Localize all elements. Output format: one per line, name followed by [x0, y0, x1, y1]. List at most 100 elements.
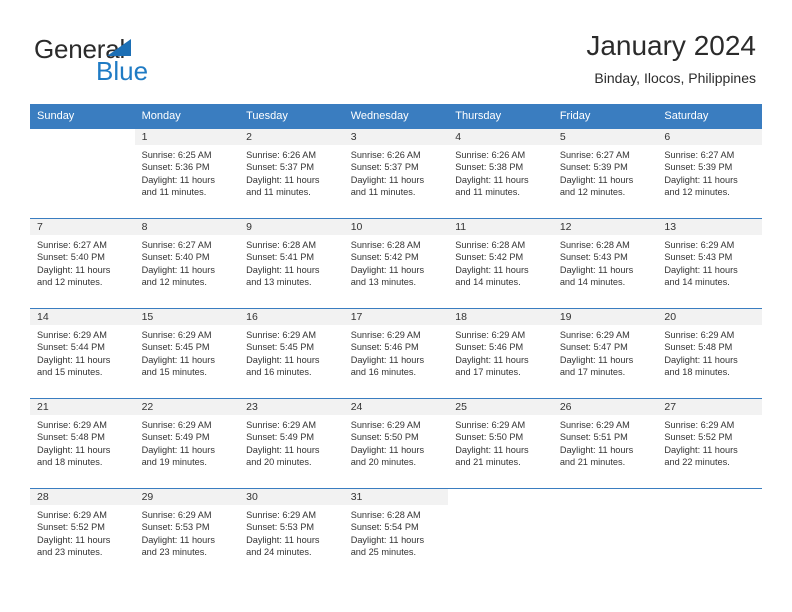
sunrise-text: Sunrise: 6:29 AM	[455, 420, 526, 430]
daylight-text-line1: Daylight: 11 hours	[559, 264, 634, 275]
day-number: 8	[134, 219, 240, 235]
page-subtitle: Binday, Ilocos, Philippines	[594, 70, 756, 87]
daylight-text-line2: and 15 minutes.	[141, 367, 207, 378]
weekday-header-sunday: Sunday	[30, 104, 135, 129]
calendar-day-cell-empty	[30, 128, 135, 219]
sunrise-text: Sunrise: 6:29 AM	[559, 330, 630, 340]
sunrise-text: Sunrise: 6:27 AM	[141, 240, 212, 250]
calendar-day-cell[interactable]: 2 Sunrise: 6:26 AM Sunset: 5:37 PM Daylight…	[239, 128, 344, 219]
day-details: Sunrise: 6:29 AM Sunset: 5:43 PM Daylight:…	[657, 235, 762, 289]
calendar-day-cell[interactable]: 14 Sunrise: 6:29 AM Sunset: 5:44 PM Dayligh…	[30, 308, 135, 399]
daylight-text-line2: and 14 minutes.	[455, 277, 521, 288]
calendar-day-cell[interactable]: 5 Sunrise: 6:27 AM Sunset: 5:39 PM Daylight…	[552, 128, 658, 219]
page-header: General Blue January 2024 Binday, Ilocos…	[0, 0, 792, 104]
sunrise-text: Sunrise: 6:29 AM	[455, 330, 526, 340]
sunset-text: Sunset: 5:37 PM	[350, 162, 419, 173]
daylight-text-line2: and 17 minutes.	[455, 367, 521, 378]
calendar-week-row: 7 Sunrise: 6:27 AM Sunset: 5:40 PM Daylight…	[30, 218, 762, 309]
calendar-day-cell[interactable]: 28 Sunrise: 6:29 AM Sunset: 5:52 PM Dayligh…	[30, 488, 135, 579]
daylight-text-line1: Daylight: 11 hours	[37, 264, 111, 275]
calendar-day-cell[interactable]: 17 Sunrise: 6:29 AM Sunset: 5:46 PM Dayligh…	[343, 308, 449, 399]
day-number	[448, 489, 553, 505]
daylight-text-line1: Daylight: 11 hours	[559, 354, 634, 365]
sunset-text: Sunset: 5:49 PM	[141, 432, 210, 443]
sunset-text: Sunset: 5:44 PM	[37, 342, 105, 353]
sunset-text: Sunset: 5:39 PM	[559, 162, 628, 173]
calendar-day-cell[interactable]: 18 Sunrise: 6:29 AM Sunset: 5:46 PM Dayligh…	[448, 308, 553, 399]
day-details: Sunrise: 6:28 AM Sunset: 5:42 PM Daylight:…	[448, 235, 553, 289]
calendar-day-cell[interactable]: 10 Sunrise: 6:28 AM Sunset: 5:42 PM Dayligh…	[343, 218, 449, 309]
calendar-day-cell[interactable]: 26 Sunrise: 6:29 AM Sunset: 5:51 PM Dayligh…	[552, 398, 658, 489]
daylight-text-line1: Daylight: 11 hours	[350, 534, 425, 545]
calendar-day-cell[interactable]: 21 Sunrise: 6:29 AM Sunset: 5:48 PM Dayligh…	[30, 398, 135, 489]
calendar-day-cell[interactable]: 15 Sunrise: 6:29 AM Sunset: 5:45 PM Dayligh…	[134, 308, 240, 399]
general-blue-logo[interactable]: General Blue	[34, 36, 214, 92]
daylight-text-line2: and 21 minutes.	[455, 457, 521, 468]
daylight-text-line1: Daylight: 11 hours	[141, 534, 215, 545]
day-details: Sunrise: 6:28 AM Sunset: 5:54 PM Daylight:…	[344, 505, 449, 559]
daylight-text-line1: Daylight: 11 hours	[141, 174, 215, 185]
weekday-header-monday: Monday	[134, 104, 240, 129]
daylight-text-line1: Daylight: 11 hours	[141, 444, 215, 455]
daylight-text-line1: Daylight: 11 hours	[246, 174, 320, 185]
sunset-text: Sunset: 5:51 PM	[559, 432, 628, 443]
daylight-text-line1: Daylight: 11 hours	[246, 264, 320, 275]
calendar-day-cell[interactable]: 6 Sunrise: 6:27 AM Sunset: 5:39 PM Daylight…	[657, 128, 762, 219]
day-number: 29	[134, 489, 240, 505]
calendar-day-cell[interactable]: 16 Sunrise: 6:29 AM Sunset: 5:45 PM Dayligh…	[239, 308, 344, 399]
calendar-day-cell-empty	[657, 488, 762, 579]
day-number: 18	[448, 309, 553, 325]
sunrise-text: Sunrise: 6:29 AM	[246, 510, 317, 520]
sunset-text: Sunset: 5:45 PM	[246, 342, 315, 353]
calendar-day-cell[interactable]: 7 Sunrise: 6:27 AM Sunset: 5:40 PM Daylight…	[30, 218, 135, 309]
daylight-text-line2: and 12 minutes.	[37, 277, 103, 288]
calendar-day-cell[interactable]: 29 Sunrise: 6:29 AM Sunset: 5:53 PM Dayligh…	[134, 488, 240, 579]
calendar-day-cell[interactable]: 24 Sunrise: 6:29 AM Sunset: 5:50 PM Dayligh…	[343, 398, 449, 489]
day-details: Sunrise: 6:26 AM Sunset: 5:37 PM Daylight:…	[344, 145, 449, 199]
day-number: 2	[239, 129, 344, 145]
day-details: Sunrise: 6:28 AM Sunset: 5:43 PM Daylight:…	[553, 235, 658, 289]
sunset-text: Sunset: 5:43 PM	[559, 252, 628, 263]
calendar-day-cell[interactable]: 9 Sunrise: 6:28 AM Sunset: 5:41 PM Daylight…	[239, 218, 344, 309]
sunrise-text: Sunrise: 6:29 AM	[246, 420, 317, 430]
calendar-table: Sunday Monday Tuesday Wednesday Thursday Frid…	[30, 104, 762, 579]
day-number	[657, 489, 762, 505]
calendar-day-cell[interactable]: 8 Sunrise: 6:27 AM Sunset: 5:40 PM Daylight…	[134, 218, 240, 309]
calendar-day-cell[interactable]: 12 Sunrise: 6:28 AM Sunset: 5:43 PM Dayligh…	[552, 218, 658, 309]
day-details: Sunrise: 6:25 AM Sunset: 5:36 PM Daylight:…	[135, 145, 240, 199]
day-number: 13	[657, 219, 762, 235]
sunset-text: Sunset: 5:43 PM	[664, 252, 733, 263]
calendar-day-cell[interactable]: 31 Sunrise: 6:28 AM Sunset: 5:54 PM Dayligh…	[343, 488, 449, 579]
day-number: 4	[448, 129, 553, 145]
calendar-day-cell[interactable]: 23 Sunrise: 6:29 AM Sunset: 5:49 PM Dayligh…	[239, 398, 344, 489]
calendar-day-cell[interactable]: 4 Sunrise: 6:26 AM Sunset: 5:38 PM Daylight…	[448, 128, 553, 219]
daylight-text-line1: Daylight: 11 hours	[141, 264, 215, 275]
calendar-day-cell[interactable]: 19 Sunrise: 6:29 AM Sunset: 5:47 PM Dayligh…	[552, 308, 658, 399]
calendar-day-cell[interactable]: 11 Sunrise: 6:28 AM Sunset: 5:42 PM Dayligh…	[448, 218, 553, 309]
calendar-week-row: 21 Sunrise: 6:29 AM Sunset: 5:48 PM Dayligh…	[30, 398, 762, 489]
day-number: 19	[552, 309, 658, 325]
sunset-text: Sunset: 5:39 PM	[664, 162, 733, 173]
calendar-day-cell[interactable]: 30 Sunrise: 6:29 AM Sunset: 5:53 PM Dayligh…	[239, 488, 344, 579]
calendar-day-cell[interactable]: 13 Sunrise: 6:29 AM Sunset: 5:43 PM Dayligh…	[657, 218, 762, 309]
calendar-page: General Blue January 2024 Binday, Ilocos…	[0, 0, 792, 612]
day-details: Sunrise: 6:29 AM Sunset: 5:46 PM Daylight:…	[448, 325, 553, 379]
calendar-day-cell[interactable]: 25 Sunrise: 6:29 AM Sunset: 5:50 PM Dayligh…	[448, 398, 553, 489]
calendar-day-cell[interactable]: 1 Sunrise: 6:25 AM Sunset: 5:36 PM Daylight…	[134, 128, 240, 219]
daylight-text-line2: and 22 minutes.	[664, 457, 730, 468]
day-details: Sunrise: 6:29 AM Sunset: 5:48 PM Daylight:…	[657, 325, 762, 379]
day-details: Sunrise: 6:29 AM Sunset: 5:51 PM Daylight:…	[553, 415, 658, 469]
day-number: 25	[448, 399, 553, 415]
calendar-day-cell[interactable]: 3 Sunrise: 6:26 AM Sunset: 5:37 PM Daylight…	[343, 128, 449, 219]
sunrise-text: Sunrise: 6:29 AM	[559, 420, 630, 430]
calendar-day-cell[interactable]: 20 Sunrise: 6:29 AM Sunset: 5:48 PM Dayligh…	[657, 308, 762, 399]
sunrise-text: Sunrise: 6:29 AM	[37, 420, 107, 430]
daylight-text-line2: and 11 minutes.	[141, 187, 207, 198]
calendar-day-cell[interactable]: 22 Sunrise: 6:29 AM Sunset: 5:49 PM Dayligh…	[134, 398, 240, 489]
daylight-text-line1: Daylight: 11 hours	[559, 444, 634, 455]
calendar-day-cell[interactable]: 27 Sunrise: 6:29 AM Sunset: 5:52 PM Dayligh…	[657, 398, 762, 489]
daylight-text-line2: and 16 minutes.	[350, 367, 417, 378]
sunrise-text: Sunrise: 6:29 AM	[350, 330, 421, 340]
sunrise-text: Sunrise: 6:28 AM	[350, 510, 421, 520]
daylight-text-line1: Daylight: 11 hours	[455, 444, 529, 455]
